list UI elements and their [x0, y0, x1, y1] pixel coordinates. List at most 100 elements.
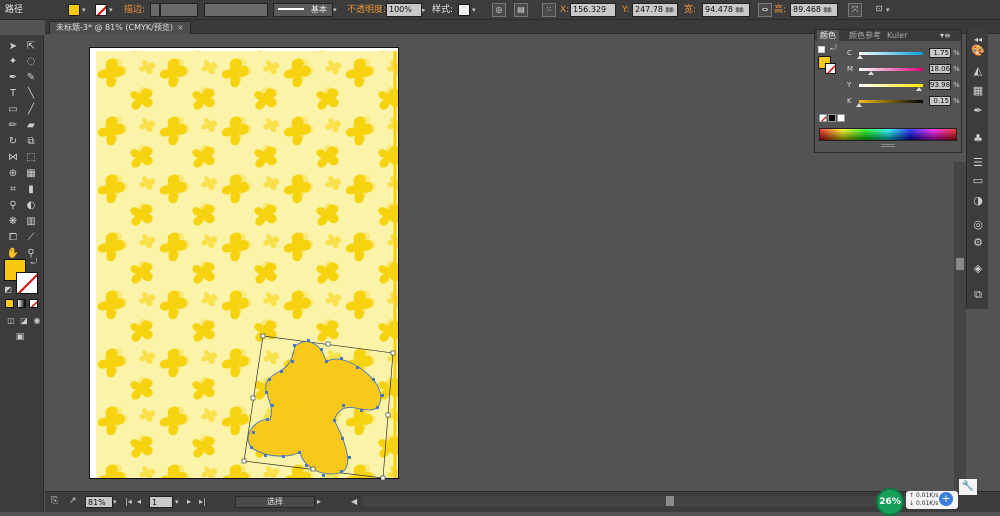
cyan-value-field[interactable]: 1.75: [929, 48, 951, 58]
variable-width-profile[interactable]: [204, 3, 268, 17]
symbols-icon[interactable]: ♣: [970, 131, 986, 147]
wrench-icon[interactable]: 🔧: [959, 479, 977, 495]
status-menu-icon[interactable]: ▸: [317, 496, 321, 508]
previous-artboard-icon[interactable]: ◂: [137, 496, 141, 508]
zoom-dropdown-icon[interactable]: ▾: [113, 496, 117, 508]
artboard-nav-icon[interactable]: ⎘: [51, 496, 63, 508]
lasso-tool-icon[interactable]: ◌: [23, 55, 39, 69]
screen-mode-icon[interactable]: ▣: [12, 330, 28, 344]
artboard-tool-icon[interactable]: ⧠: [5, 231, 21, 245]
gradient-tool-icon[interactable]: ▮: [23, 183, 39, 197]
magenta-slider-thumb[interactable]: [867, 71, 874, 75]
control-menu-icon[interactable]: ▾: [886, 3, 890, 17]
stroke-weight-field[interactable]: [160, 3, 198, 17]
default-fill-stroke-icon[interactable]: ◩: [2, 283, 14, 297]
none-mode-icon[interactable]: [29, 299, 38, 308]
pattern-fill-rect[interactable]: [96, 51, 398, 478]
height-field[interactable]: 89.468 ㎜: [790, 3, 838, 17]
line-tool-icon[interactable]: ╲: [23, 87, 39, 101]
scale-tool-icon[interactable]: ⧉: [23, 135, 39, 149]
constrain-proportions-icon[interactable]: ⇔: [758, 3, 772, 17]
tab-kuler[interactable]: Kuler: [887, 30, 907, 41]
add-icon[interactable]: +: [939, 492, 953, 506]
cyan-slider-track[interactable]: [859, 52, 923, 55]
transparency-icon[interactable]: ◑: [970, 193, 986, 209]
black-value-field[interactable]: 0.15: [929, 96, 951, 106]
appearance-icon[interactable]: ◎: [970, 217, 986, 233]
artboard-dropdown-icon[interactable]: ▾: [175, 496, 179, 508]
stroke-label[interactable]: 描边:: [124, 3, 145, 17]
graphic-styles-icon[interactable]: ⚙: [970, 235, 986, 251]
yellow-slider-thumb[interactable]: [916, 87, 923, 91]
transform-icon[interactable]: ⤧: [848, 3, 862, 17]
stroke-dropdown-icon[interactable]: ▾: [109, 3, 113, 17]
free-transform-tool-icon[interactable]: ⬚: [23, 151, 39, 165]
swatches-icon[interactable]: ▦: [970, 83, 986, 99]
graphic-style-swatch[interactable]: [458, 4, 470, 16]
horizontal-scroll-thumb[interactable]: [666, 496, 674, 506]
eyedropper-tool-icon[interactable]: ⚲: [5, 199, 21, 213]
fill-dropdown-icon[interactable]: ▾: [82, 3, 86, 17]
eraser-tool-icon[interactable]: ▰: [23, 119, 39, 133]
direct-selection-tool-icon[interactable]: ⇱: [23, 40, 39, 54]
white-color-button[interactable]: [837, 114, 845, 122]
brush-definition[interactable]: 基本: [273, 3, 333, 17]
none-color-button[interactable]: [819, 114, 827, 122]
next-artboard-icon[interactable]: ▸: [187, 496, 191, 508]
shape-builder-tool-icon[interactable]: ⊕: [5, 167, 21, 181]
opacity-dropdown-icon[interactable]: ▸: [422, 3, 426, 17]
color-guide-icon[interactable]: ◭: [970, 63, 986, 79]
type-tool-icon[interactable]: T: [5, 87, 21, 101]
width-tool-icon[interactable]: ⋈: [5, 151, 21, 165]
gradient-mode-icon[interactable]: [17, 299, 26, 308]
panel-resize-handle[interactable]: [881, 144, 895, 147]
black-slider-thumb[interactable]: [856, 103, 863, 107]
brush-dropdown-icon[interactable]: ▾: [333, 3, 337, 17]
black-color-button[interactable]: [828, 114, 836, 122]
gradient-icon[interactable]: ▭: [970, 173, 986, 189]
zoom-field[interactable]: 81%: [85, 496, 113, 508]
fill-color-swatch[interactable]: [68, 4, 80, 16]
opacity-field[interactable]: 100%: [386, 3, 422, 17]
perspective-grid-tool-icon[interactable]: ▦: [23, 167, 39, 181]
y-field[interactable]: 247.78 ㎜: [632, 3, 678, 17]
artboard[interactable]: [89, 47, 400, 480]
magic-wand-tool-icon[interactable]: ✦: [5, 55, 21, 69]
symbol-sprayer-tool-icon[interactable]: ❋: [5, 215, 21, 229]
draw-inside-icon[interactable]: ◉: [29, 314, 45, 328]
stroke-icon[interactable]: ☰: [970, 155, 986, 171]
opacity-label[interactable]: 不透明度:: [347, 3, 386, 17]
vertical-scrollbar[interactable]: [954, 162, 966, 490]
isolate-icon[interactable]: ⊡: [872, 3, 886, 17]
tab-color[interactable]: 颜色: [817, 30, 839, 41]
artboard-number-field[interactable]: 1: [149, 496, 173, 508]
stroke-swatch-large[interactable]: [16, 272, 38, 294]
align-options-icon[interactable]: ▤: [514, 3, 528, 17]
brushes-icon[interactable]: ✒: [970, 103, 986, 119]
pattern-artwork[interactable]: [90, 48, 400, 480]
last-artboard-icon[interactable]: ▸|: [199, 496, 206, 508]
layers-icon[interactable]: ◈: [970, 261, 986, 277]
pencil-tool-icon[interactable]: ✏: [5, 119, 21, 133]
close-tab-icon[interactable]: ×: [177, 23, 184, 32]
artboards-icon[interactable]: ⧉: [970, 287, 986, 303]
swap-fill-stroke-icon[interactable]: ⤾: [28, 255, 40, 269]
selection-tool-icon[interactable]: ➤: [5, 40, 21, 54]
paintbrush-tool-icon[interactable]: ╱: [23, 103, 39, 117]
export-icon[interactable]: ↗: [69, 496, 81, 508]
pen-tool-icon[interactable]: ✒: [5, 71, 21, 85]
reference-point-icon[interactable]: ⁙: [542, 3, 556, 17]
color-mode-icon[interactable]: [5, 299, 14, 308]
vertical-scroll-thumb[interactable]: [956, 258, 964, 270]
magenta-value-field[interactable]: 18.06: [929, 64, 951, 74]
recolor-artwork-icon[interactable]: ◎: [492, 3, 506, 17]
scroll-left-icon[interactable]: ◀: [351, 496, 357, 508]
panel-menu-icon[interactable]: ▾≡: [940, 30, 951, 41]
rectangle-tool-icon[interactable]: ▭: [5, 103, 21, 117]
slice-tool-icon[interactable]: ⟋: [23, 231, 39, 245]
curvature-tool-icon[interactable]: ✎: [23, 71, 39, 85]
stroke-weight-stepper[interactable]: [150, 3, 160, 17]
rotate-tool-icon[interactable]: ↻: [5, 135, 21, 149]
style-dropdown-icon[interactable]: ▾: [472, 3, 476, 17]
tab-color-guide[interactable]: 颜色参考: [849, 30, 881, 41]
